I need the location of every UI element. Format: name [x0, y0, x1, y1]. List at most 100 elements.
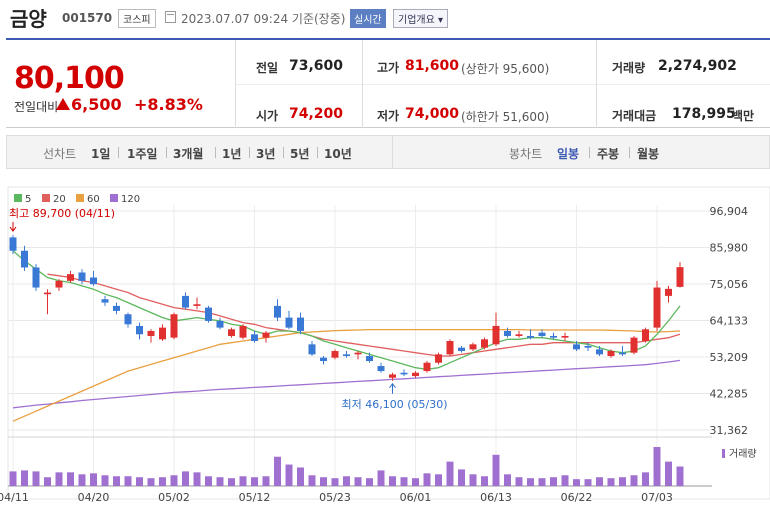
legend-label: 60	[87, 194, 100, 205]
volume-bar	[170, 475, 178, 486]
volume-bar	[584, 479, 592, 486]
volume-bar	[630, 475, 638, 486]
candlestick-chart: 96,904 85,980 75,056 64,133 53,209 42,285 31,3…	[0, 186, 770, 504]
legend-label: 20	[53, 194, 66, 205]
volume-bar	[308, 475, 316, 486]
x-tick-label: 06/13	[480, 491, 512, 504]
candle-body	[412, 372, 419, 377]
candle-body	[274, 305, 281, 318]
candle-body	[297, 317, 304, 331]
candle-body	[665, 288, 672, 296]
volume-bar	[274, 456, 281, 486]
candle-body	[630, 337, 638, 353]
volume-bar	[435, 474, 442, 486]
volume-bar	[469, 474, 477, 486]
candle-body	[573, 344, 580, 350]
volume-bar	[642, 472, 649, 486]
candle-body	[527, 335, 534, 338]
x-tick-label: 07/03	[641, 491, 673, 504]
candle-body	[67, 274, 74, 281]
candle-body	[9, 237, 17, 251]
candle-body	[469, 344, 477, 350]
candle-body	[216, 320, 224, 328]
candle-body	[193, 304, 201, 306]
volume-bar	[205, 476, 212, 486]
volume-bar	[619, 477, 626, 486]
candle-body	[481, 339, 488, 348]
candle-body	[550, 335, 557, 338]
max-annotation: 최고 89,700 (04/11)	[9, 207, 115, 220]
volume-bar	[193, 472, 201, 486]
volume-bar	[515, 477, 523, 486]
volume-bar	[527, 478, 534, 486]
volume-bar	[596, 477, 603, 486]
candle-body	[653, 287, 661, 328]
candle-body	[619, 352, 626, 355]
candle-body	[435, 354, 442, 363]
candle-body	[101, 299, 109, 303]
candle-body	[55, 280, 63, 288]
y-tick-label: 42,285	[710, 388, 749, 401]
volume-bar	[573, 479, 580, 486]
volume-bar	[228, 478, 235, 486]
y-tick-label: 85,980	[710, 242, 749, 255]
min-arrow	[389, 382, 396, 394]
y-tick-label: 75,056	[710, 278, 749, 291]
y-tick-label: 64,133	[710, 315, 749, 328]
volume-label: 거래량	[729, 448, 757, 460]
candle-body	[458, 347, 465, 352]
legend-swatch	[42, 194, 50, 202]
y-tick-label: 96,904	[710, 205, 749, 218]
volume-bar	[492, 454, 500, 486]
candle-body	[492, 325, 500, 345]
volume-bar	[412, 478, 419, 486]
volume-bar	[481, 476, 488, 486]
max-arrow	[9, 222, 17, 232]
volume-bar	[561, 475, 569, 486]
candle-body	[676, 267, 684, 287]
candle-body	[423, 362, 431, 372]
candle-body	[170, 314, 178, 338]
y-tick-label: 53,209	[710, 351, 749, 364]
volume-bar	[90, 473, 97, 486]
volume-bar	[136, 477, 143, 486]
volume-bar	[377, 470, 385, 486]
x-tick-label: 05/12	[239, 491, 271, 504]
volume-bar	[262, 476, 270, 486]
volume-bar	[182, 471, 189, 486]
candle-body	[504, 330, 511, 336]
volume-bar	[331, 478, 339, 486]
volume-bar	[354, 477, 362, 486]
candle-body	[308, 344, 316, 355]
volume-bar	[607, 478, 615, 486]
x-tick-label: 04/11	[0, 491, 29, 504]
candle-body	[32, 267, 40, 288]
volume-bar	[113, 476, 120, 486]
legend-label: 120	[121, 194, 140, 205]
volume-bar	[400, 477, 408, 486]
volume-bar	[67, 472, 74, 486]
volume-bar	[101, 475, 109, 486]
volume-bar	[159, 477, 166, 486]
candle-body	[205, 307, 212, 321]
volume-bar	[504, 474, 511, 486]
x-tick-label: 04/20	[78, 491, 110, 504]
candle-body	[159, 327, 166, 340]
x-tick-label: 06/22	[561, 491, 593, 504]
candle-body	[251, 334, 258, 341]
candle-body	[239, 325, 247, 338]
volume-bar	[389, 476, 396, 486]
candle-body	[262, 332, 270, 338]
volume-bar	[665, 461, 672, 486]
candle-body	[366, 356, 373, 362]
volume-bar	[366, 478, 373, 486]
volume-bar	[251, 477, 258, 486]
volume-bar	[446, 461, 454, 486]
volume-bar	[55, 472, 63, 486]
volume-bar	[297, 467, 304, 486]
x-tick-label: 05/23	[319, 491, 351, 504]
candle-body	[596, 349, 603, 355]
candle-body	[343, 354, 350, 357]
volume-legend-swatch	[722, 449, 725, 458]
volume-bar	[538, 478, 546, 486]
